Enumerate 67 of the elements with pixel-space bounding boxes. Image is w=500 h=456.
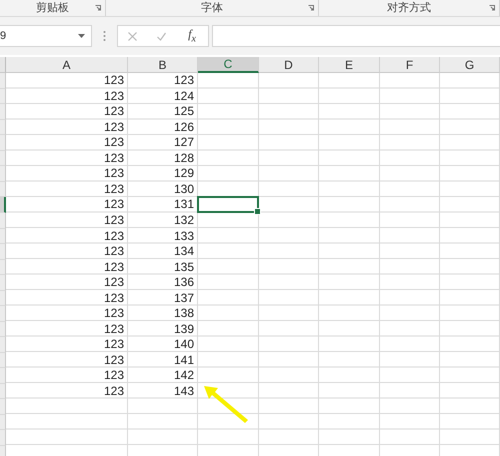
table-cell-text: 123 (102, 104, 125, 120)
table-cell-text: 130 (172, 182, 195, 197)
table-cell-text: 142 (172, 368, 195, 384)
column-header[interactable]: F (380, 57, 440, 73)
dialog-launcher-icon[interactable] (95, 5, 101, 11)
table-cell-text: 124 (172, 88, 195, 104)
cancel-icon[interactable] (128, 32, 138, 40)
table-cell-text: 123 (102, 150, 125, 166)
ribbon-group-label: 剪贴板 (36, 1, 69, 15)
table-cell-text: 123 (102, 260, 125, 275)
table-cell-text: 123 (102, 135, 125, 150)
table-cell-text: 123 (102, 166, 125, 182)
table-cell-text: 123 (102, 275, 125, 290)
name-box[interactable]: 9 (0, 25, 92, 47)
dialog-launcher-icon[interactable] (489, 5, 495, 11)
table-cell-text: 143 (172, 384, 195, 399)
table-cell-text: 123 (102, 322, 125, 337)
table-cell-text: 132 (172, 213, 195, 228)
table-cell-text: 123 (102, 337, 125, 352)
table-cell-text: 140 (172, 337, 195, 352)
table-cell-text: 134 (172, 244, 195, 260)
table-cell-text: 123 (102, 306, 125, 322)
table-cell-text: 123 (102, 228, 125, 244)
dialog-launcher-icon[interactable] (308, 5, 314, 11)
column-header[interactable]: C (198, 57, 259, 73)
formula-input[interactable] (212, 25, 500, 47)
table-cell-text: 137 (172, 290, 195, 306)
table-cell-text: 129 (172, 166, 195, 182)
cell-reference: 9 (0, 30, 6, 42)
fill-handle[interactable] (254, 208, 261, 215)
table-cell-text: 123 (102, 213, 125, 228)
select-all-corner[interactable] (0, 57, 6, 73)
insert-function-button[interactable]: f$_{x}$ (186, 27, 198, 45)
check-icon[interactable] (157, 32, 166, 40)
ribbon-group-label: 字体 (201, 1, 223, 15)
table-cell-text: 136 (172, 275, 195, 290)
column-header[interactable]: E (319, 57, 380, 73)
table-cell-text: 123 (102, 73, 125, 88)
column-header[interactable]: A (6, 57, 128, 73)
table-cell-text: 123 (102, 368, 125, 384)
caret-icon[interactable] (78, 34, 85, 38)
table-cell-text: 128 (172, 150, 195, 166)
table-cell-text: 123 (102, 244, 125, 260)
table-cell-text: 139 (172, 322, 195, 337)
pointer-arrow (202, 384, 250, 424)
column-header[interactable]: D (259, 57, 319, 73)
ribbon-group-label: 对齐方式 (387, 1, 431, 15)
column-header[interactable]: B (128, 57, 198, 73)
table-cell-text: 133 (172, 228, 195, 244)
table-cell-text: 125 (172, 104, 195, 120)
table-cell-text: 123 (102, 384, 125, 399)
table-cell-text: 123 (172, 73, 195, 88)
table-cell-text: 127 (172, 135, 195, 150)
table-cell-text: 131 (172, 197, 195, 212)
table-cell-text: 138 (172, 306, 195, 322)
table-cell-text: 123 (102, 120, 125, 135)
table-cell-text: 123 (102, 197, 125, 212)
table-cell-text: 135 (172, 260, 195, 275)
grip-icon (103, 30, 106, 42)
table-cell-text: 141 (172, 352, 195, 368)
table-cell-text: 123 (102, 182, 125, 197)
row-header[interactable] (0, 197, 6, 212)
table-cell-text: 123 (102, 352, 125, 368)
table-cell-text: 123 (102, 88, 125, 104)
table-cell-text: 126 (172, 120, 195, 135)
table-cell-text: 123 (102, 290, 125, 306)
column-header[interactable]: G (440, 57, 500, 73)
